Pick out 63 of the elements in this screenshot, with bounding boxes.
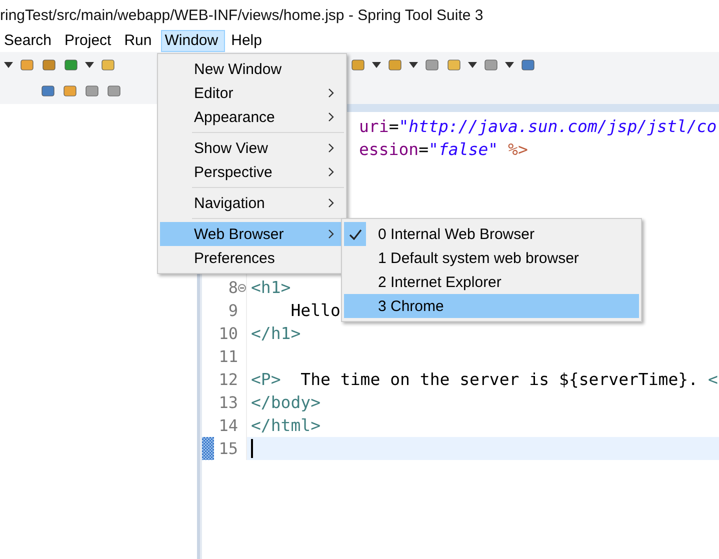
submenu-item[interactable]: 0 Internal Web Browser — [344, 222, 639, 246]
dropdown-arrow-icon[interactable] — [468, 62, 477, 68]
menu-bar-item[interactable]: Search — [0, 30, 59, 52]
menu-item[interactable]: Navigation — [160, 191, 344, 215]
menu-bar-item[interactable]: Help — [227, 30, 269, 52]
line-number: 14 — [218, 416, 238, 435]
dropdown-arrow-icon[interactable] — [505, 62, 514, 68]
menu-bar-item[interactable]: Project — [60, 30, 118, 52]
checkmark-icon — [348, 228, 362, 240]
toolbar-icon[interactable] — [62, 83, 78, 99]
menu-item[interactable]: Preferences — [160, 246, 344, 270]
menu-item[interactable]: Perspective — [160, 160, 344, 184]
menu-item[interactable]: Show View — [160, 136, 344, 160]
code-text: </body> — [251, 393, 321, 412]
line-number: 13 — [218, 393, 238, 412]
line-number: 12 — [218, 370, 238, 389]
code-text: </h1> — [251, 324, 301, 343]
fold-icon[interactable] — [238, 284, 246, 292]
line-number: 8 — [227, 278, 238, 297]
code-text: <h1> — [251, 278, 291, 297]
menu-bar-item[interactable]: Window — [160, 30, 226, 52]
code-text: uri — [359, 117, 389, 136]
line-number: 15 — [218, 439, 238, 458]
code-text: = — [388, 117, 399, 136]
menu-item[interactable]: New Window — [160, 57, 344, 81]
toolbar-icon[interactable] — [446, 57, 462, 73]
toolbar-icon[interactable] — [483, 57, 499, 73]
dropdown-arrow-icon[interactable] — [85, 62, 94, 68]
submenu-item[interactable]: 2 Internet Explorer — [344, 270, 639, 294]
code-text: < — [708, 370, 718, 389]
line-number: 9 — [227, 301, 238, 320]
dropdown-arrow-icon[interactable] — [409, 62, 418, 68]
toolbar-icon[interactable] — [520, 57, 536, 73]
line-number: 11 — [218, 347, 238, 366]
code-text: "http://java.sun.com/jsp/jstl/co — [398, 117, 717, 136]
dropdown-arrow-icon[interactable] — [372, 62, 381, 68]
toolbar-icon[interactable] — [19, 57, 35, 73]
code-text: <P> — [251, 370, 281, 389]
window-title: ringTest/src/main/webapp/WEB-INF/views/home.jsp - Spring Tool Suite 3 — [0, 6, 484, 24]
toolbar-icon[interactable] — [84, 83, 100, 99]
text-caret — [251, 439, 253, 458]
code-text: %> — [507, 140, 528, 159]
code-text: = — [418, 140, 429, 159]
toolbar-icon[interactable] — [106, 83, 122, 99]
submenu-item[interactable]: 3 Chrome — [344, 294, 639, 318]
menu-item[interactable]: Appearance — [160, 105, 344, 129]
menu-item[interactable]: Web Browser — [160, 222, 344, 246]
submenu-item[interactable]: 1 Default system web browser — [344, 246, 639, 270]
toolbar-icon[interactable] — [100, 57, 116, 73]
menu-bar-item[interactable]: Run — [120, 30, 159, 52]
code-text: Hello — [290, 301, 340, 320]
toolbar-icon[interactable] — [350, 57, 366, 73]
toolbar-icon[interactable] — [40, 83, 56, 99]
toolbar-icon[interactable] — [387, 57, 403, 73]
code-text: "false" — [428, 140, 498, 159]
code-text: The time on the server is ${serverTime}. — [300, 370, 700, 389]
toolbar-icon[interactable] — [424, 57, 440, 73]
code-text: ession — [359, 140, 419, 159]
toolbar-icon[interactable] — [41, 57, 57, 73]
toolbar-icon[interactable] — [63, 57, 79, 73]
dropdown-arrow-icon[interactable] — [4, 62, 13, 68]
code-text: </html> — [251, 416, 321, 435]
line-number: 10 — [218, 324, 238, 343]
